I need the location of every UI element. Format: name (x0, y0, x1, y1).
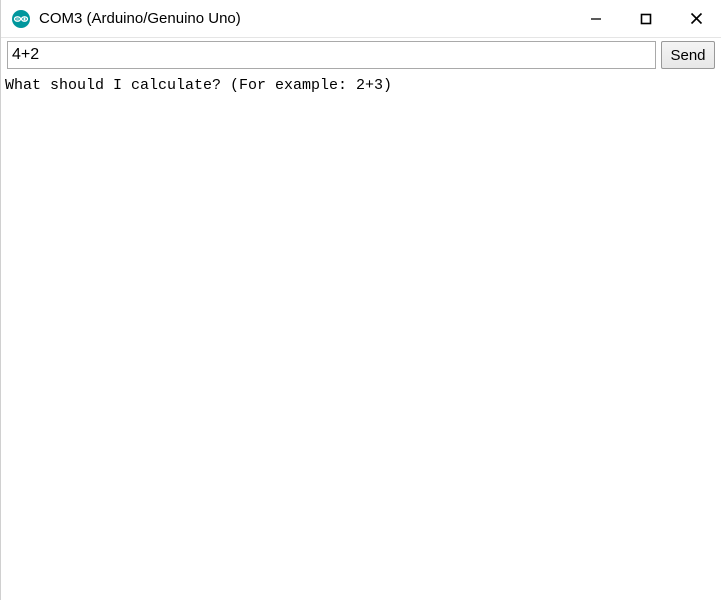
minimize-button[interactable] (571, 0, 621, 37)
input-bar: Send (1, 38, 721, 72)
serial-input[interactable] (7, 41, 656, 69)
serial-output: What should I calculate? (For example: 2… (1, 72, 721, 600)
window-title: COM3 (Arduino/Genuino Uno) (39, 10, 571, 27)
send-button[interactable]: Send (661, 41, 715, 69)
titlebar: COM3 (Arduino/Genuino Uno) (1, 0, 721, 38)
window-controls (571, 0, 721, 37)
arduino-icon (11, 9, 31, 29)
close-button[interactable] (671, 0, 721, 37)
maximize-button[interactable] (621, 0, 671, 37)
serial-monitor-window: COM3 (Arduino/Genuino Uno) Send (0, 0, 721, 600)
